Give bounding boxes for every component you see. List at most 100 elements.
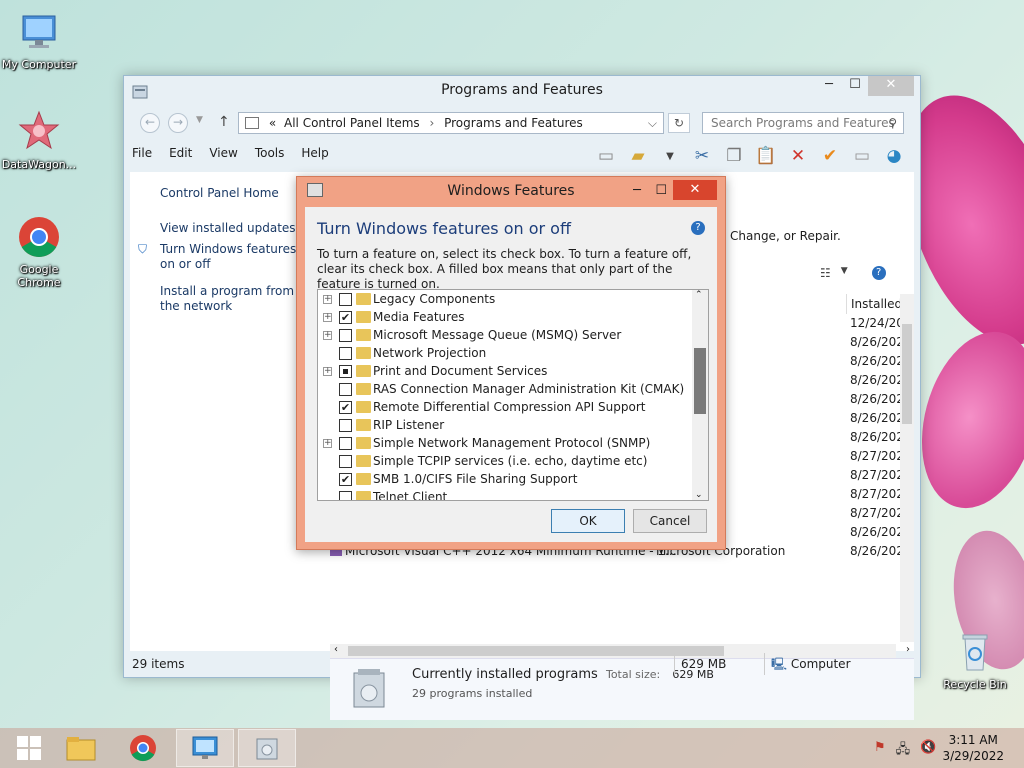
feature-label: Telnet Client: [373, 490, 448, 501]
breadcrumb-programs-and-features[interactable]: Programs and Features: [444, 116, 583, 130]
checkmark-icon[interactable]: ✔: [818, 144, 842, 168]
desktop-icon-my-computer[interactable]: My Computer: [1, 10, 77, 71]
menu-help[interactable]: Help: [301, 146, 328, 168]
help-icon[interactable]: ?: [871, 266, 886, 280]
taskbar-programs-and-features[interactable]: [238, 729, 296, 767]
minimize-button[interactable]: ─: [816, 76, 842, 96]
recent-pages-chevron-icon[interactable]: ▼: [196, 115, 203, 125]
address-bar[interactable]: « All Control Panel Items › Programs and…: [238, 112, 664, 134]
folder-options-icon[interactable]: ▰: [626, 144, 650, 168]
taskbar-chrome[interactable]: [114, 729, 172, 767]
breadcrumb-all-control-panel-items[interactable]: All Control Panel Items: [284, 116, 420, 130]
feature-checkbox[interactable]: [339, 455, 352, 468]
feature-checkbox[interactable]: [339, 293, 352, 306]
tree-scrollbar[interactable]: ⌃ ⌄: [692, 290, 708, 500]
desktop-icon-recycle-bin[interactable]: Recycle Bin: [937, 630, 1013, 691]
maximize-button[interactable]: ☐: [842, 76, 868, 96]
command-toolbar: ▭ ▰ ▼ ✂ ❐ 📋 ✕ ✔ ▭ ◕: [594, 144, 906, 168]
delete-icon[interactable]: ✕: [786, 144, 810, 168]
dialog-maximize-button[interactable]: ☐: [655, 177, 667, 205]
feature-checkbox[interactable]: ✔: [339, 401, 352, 414]
scrollbar-thumb[interactable]: [694, 348, 706, 414]
view-dropdown-icon[interactable]: ▼: [841, 266, 848, 280]
back-button[interactable]: ←: [140, 113, 160, 133]
status-item-count: 29 items: [132, 657, 185, 671]
install-from-network-link[interactable]: Install a program from the network: [160, 284, 310, 314]
dialog-titlebar[interactable]: Windows Features ─ ☐ ✕: [297, 177, 725, 205]
menu-view[interactable]: View: [209, 146, 237, 168]
feature-checkbox[interactable]: ✔: [339, 473, 352, 486]
desktop-icon-label: Recycle Bin: [943, 678, 1007, 691]
start-button[interactable]: [0, 729, 58, 767]
windows-logo-icon: [17, 736, 41, 760]
folder-icon: [356, 347, 371, 359]
view-options-icon[interactable]: ☷: [820, 266, 831, 280]
search-input[interactable]: Search Programs and Features ⚲: [702, 112, 904, 134]
menu-file[interactable]: File: [132, 146, 152, 168]
taskbar-file-explorer[interactable]: [52, 729, 110, 767]
ok-button[interactable]: OK: [551, 509, 625, 533]
feature-checkbox[interactable]: [339, 329, 352, 342]
control-panel-icon: [192, 736, 218, 759]
list-vertical-scrollbar[interactable]: [900, 294, 914, 642]
globe-icon[interactable]: ◕: [882, 144, 906, 168]
feature-label: Network Projection: [373, 346, 487, 360]
close-button[interactable]: ✕: [868, 76, 914, 96]
desktop-icon-google-chrome[interactable]: Google Chrome: [1, 215, 77, 289]
feature-checkbox[interactable]: [339, 437, 352, 450]
feature-checkbox[interactable]: [339, 491, 352, 500]
search-placeholder: Search Programs and Features: [711, 116, 895, 130]
dropdown-chevron-icon[interactable]: ▼: [658, 144, 682, 168]
volume-muted-icon[interactable]: 🔇: [920, 740, 936, 762]
feature-label: RIP Listener: [373, 418, 445, 432]
clock-date: 3/29/2022: [942, 749, 1004, 763]
feature-checkbox[interactable]: ✔: [339, 311, 352, 324]
feature-checkbox[interactable]: [339, 365, 352, 378]
taskbar-control-panel[interactable]: [176, 729, 234, 767]
scrollbar-thumb[interactable]: [902, 324, 912, 424]
computer-icon: 🖳: [771, 657, 788, 671]
expand-icon[interactable]: +: [323, 313, 332, 322]
cut-icon[interactable]: ✂: [690, 144, 714, 168]
network-icon[interactable]: 🖧: [896, 740, 911, 762]
turn-windows-features-label: Turn Windows features on or off: [160, 242, 297, 271]
action-center-flag-icon[interactable]: ⚑: [874, 740, 886, 762]
chrome-icon: [130, 735, 156, 762]
scroll-up-icon[interactable]: ⌃: [695, 290, 703, 300]
menu-tools[interactable]: Tools: [255, 146, 285, 168]
feature-checkbox[interactable]: [339, 383, 352, 396]
up-arrow-button[interactable]: ↑: [218, 114, 230, 130]
search-icon: ⚲: [888, 116, 897, 130]
breadcrumb-separator-icon[interactable]: ›: [429, 116, 434, 130]
paste-icon[interactable]: 📋: [754, 144, 778, 168]
folder-icon: [356, 437, 371, 449]
window-titlebar[interactable]: Programs and Features ─ ☐ ✕: [124, 76, 920, 106]
dialog-close-button[interactable]: ✕: [673, 180, 717, 200]
cancel-button[interactable]: Cancel: [633, 509, 707, 533]
properties-icon[interactable]: ▭: [850, 144, 874, 168]
expand-icon[interactable]: +: [323, 295, 332, 304]
layout-pane-icon[interactable]: ▭: [594, 144, 618, 168]
expand-icon[interactable]: +: [323, 367, 332, 376]
desktop-icon-datawagon[interactable]: DataWagon...: [1, 110, 77, 171]
dialog-description: To turn a feature on, select its check b…: [317, 247, 692, 291]
datawagon-icon: [17, 110, 61, 154]
expand-icon[interactable]: +: [323, 439, 332, 448]
dialog-minimize-button[interactable]: ─: [633, 177, 641, 205]
feature-checkbox[interactable]: [339, 419, 352, 432]
dialog-help-icon[interactable]: ?: [691, 221, 705, 235]
folder-icon: [356, 419, 371, 431]
menu-edit[interactable]: Edit: [169, 146, 192, 168]
feature-label: Microsoft Message Queue (MSMQ) Server: [373, 328, 622, 342]
feature-label: Remote Differential Compression API Supp…: [373, 400, 646, 414]
dialog-title: Windows Features: [447, 183, 575, 199]
status-location: 🖳 Computer: [764, 653, 851, 675]
expand-icon[interactable]: +: [323, 331, 332, 340]
address-dropdown-icon[interactable]: ⌵: [648, 113, 657, 133]
feature-checkbox[interactable]: [339, 347, 352, 360]
scroll-down-icon[interactable]: ⌄: [695, 490, 703, 500]
refresh-button[interactable]: ↻: [668, 113, 690, 133]
system-clock[interactable]: 3:11 AM 3/29/2022: [942, 732, 1004, 764]
forward-button[interactable]: →: [168, 113, 188, 133]
copy-icon[interactable]: ❐: [722, 144, 746, 168]
